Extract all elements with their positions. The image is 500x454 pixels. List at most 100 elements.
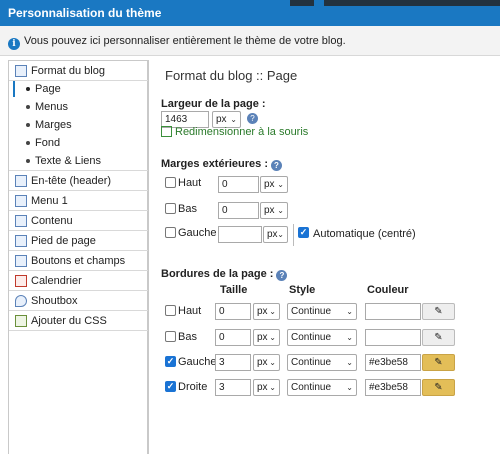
eyedropper-icon: ✎	[434, 382, 443, 393]
buttons-icon	[15, 255, 27, 267]
bullet-icon	[26, 159, 30, 163]
sidebar-item-label: Texte & Liens	[35, 155, 102, 167]
sidebar-item-label: Shoutbox	[31, 295, 78, 307]
border-left-color-picker[interactable]: ✎	[422, 354, 455, 371]
sidebar-item-boutons-champs[interactable]: Boutons et champs	[9, 251, 148, 271]
sidebar-item-label: Menus	[35, 101, 69, 113]
col-couleur-header: Couleur	[367, 284, 409, 296]
active-marker	[13, 81, 15, 97]
chevron-down-icon: ⌄	[346, 333, 353, 342]
sidebar-item-label: Page	[35, 83, 61, 95]
border-right-checkbox[interactable]: ✓	[165, 381, 176, 392]
unit-value: px	[257, 306, 268, 317]
main-panel: Format du blog :: Page Largeur de la pag…	[148, 60, 500, 454]
sidebar-item-contenu[interactable]: Contenu	[9, 211, 148, 231]
sidebar-item-label: Pied de page	[31, 235, 96, 247]
width-unit-value: px	[216, 114, 227, 125]
margin-top-input[interactable]: 0	[218, 176, 259, 193]
sidebar-item-shoutbox[interactable]: Shoutbox	[9, 291, 148, 311]
menu-icon	[15, 195, 27, 207]
sidebar-item-label: Fond	[35, 137, 61, 149]
border-bottom-unit-select[interactable]: px ⌄	[253, 329, 280, 346]
calendar-icon	[15, 275, 27, 287]
margin-bottom-input[interactable]: 0	[218, 202, 259, 219]
border-left-checkbox[interactable]: ✓	[165, 356, 176, 367]
margin-top-checkbox[interactable]	[165, 177, 176, 188]
resize-icon	[161, 126, 172, 137]
help-icon[interactable]: ?	[271, 160, 282, 171]
chevron-down-icon: ⌄	[277, 180, 284, 189]
bullet-icon	[26, 105, 30, 109]
sidebar-item-calendrier[interactable]: Calendrier	[9, 271, 148, 291]
margin-left-unit-select[interactable]: px ⌄	[263, 226, 288, 243]
footer-icon	[15, 235, 27, 247]
margin-left-checkbox[interactable]	[165, 227, 176, 238]
help-icon[interactable]: ?	[276, 270, 288, 281]
border-bottom-size-input[interactable]: 0	[215, 329, 251, 346]
sidebar-item-marges[interactable]: Marges	[9, 116, 148, 134]
margin-bottom-unit-select[interactable]: px ⌄	[260, 202, 288, 219]
resize-mouse-link[interactable]: Redimensionner à la souris	[161, 126, 308, 138]
sidebar-item-menus[interactable]: Menus	[9, 98, 148, 116]
border-right-style-select[interactable]: Continue ⌄	[287, 379, 357, 396]
border-top-color-picker[interactable]: ✎	[422, 303, 455, 320]
sidebar-item-format-du-blog[interactable]: Format du blog	[9, 61, 148, 81]
sidebar-item-label: Marges	[35, 119, 72, 131]
eyedropper-icon: ✎	[434, 306, 443, 317]
bullet-icon	[26, 123, 30, 127]
help-icon[interactable]: ?	[247, 113, 258, 124]
borders-label-text: Bordures de la page :	[161, 268, 274, 280]
margin-auto-checkbox[interactable]: ✓	[298, 227, 309, 238]
chevron-down-icon: ⌄	[346, 358, 353, 367]
sidebar-item-label: Format du blog	[31, 65, 105, 77]
border-left-size-input[interactable]: 3	[215, 354, 251, 371]
sidebar-item-texte-liens[interactable]: Texte & Liens	[9, 152, 148, 171]
col-style-header: Style	[289, 284, 316, 296]
sidebar-item-label: Boutons et champs	[31, 255, 126, 267]
sidebar-item-pied-de-page[interactable]: Pied de page	[9, 231, 148, 251]
border-top-size-input[interactable]: 0	[215, 303, 251, 320]
margin-bottom-checkbox[interactable]	[165, 203, 176, 214]
resize-link-label: Redimensionner à la souris	[175, 126, 309, 138]
border-left-color-input[interactable]: #e3be58	[365, 354, 421, 371]
margins-label-text: Marges extérieures :	[161, 158, 268, 170]
border-left-style-select[interactable]: Continue ⌄	[287, 354, 357, 371]
sidebar-item-menu-1[interactable]: Menu 1	[9, 191, 148, 211]
unit-value: px	[257, 357, 268, 368]
chevron-down-icon: ⌄	[277, 206, 284, 215]
margin-top-unit-select[interactable]: px ⌄	[260, 176, 288, 193]
sidebar-item-page[interactable]: Page	[9, 80, 148, 98]
sidebar-item-label: Menu 1	[31, 195, 68, 207]
chevron-down-icon: ⌄	[269, 358, 276, 367]
unit-value: px	[267, 229, 278, 240]
border-right-color-picker[interactable]: ✎	[422, 379, 455, 396]
margin-left-input[interactable]	[218, 226, 262, 243]
border-top-color-input[interactable]	[365, 303, 421, 320]
sidebar-item-fond[interactable]: Fond	[9, 134, 148, 152]
sidebar-item-label: Contenu	[31, 215, 73, 227]
shoutbox-icon	[15, 295, 27, 307]
border-right-color-input[interactable]: #e3be58	[365, 379, 421, 396]
border-top-checkbox[interactable]	[165, 305, 176, 316]
border-right-size-input[interactable]: 3	[215, 379, 251, 396]
sidebar: Format du blog Page Menus Marges Fond Te…	[8, 60, 148, 454]
border-bottom-style-select[interactable]: Continue ⌄	[287, 329, 357, 346]
style-value: Continue	[291, 357, 332, 368]
border-right-unit-select[interactable]: px ⌄	[253, 379, 280, 396]
sidebar-item-ajouter-css[interactable]: Ajouter du CSS	[9, 311, 148, 331]
border-top-unit-select[interactable]: px ⌄	[253, 303, 280, 320]
chevron-down-icon: ⌄	[346, 307, 353, 316]
unit-value: px	[257, 332, 268, 343]
info-icon: i	[8, 38, 20, 50]
border-top-style-select[interactable]: Continue ⌄	[287, 303, 357, 320]
border-bottom-color-picker[interactable]: ✎	[422, 329, 455, 346]
border-bottom-color-input[interactable]	[365, 329, 421, 346]
border-left-unit-select[interactable]: px ⌄	[253, 354, 280, 371]
border-bottom-checkbox[interactable]	[165, 331, 176, 342]
borders-label: Bordures de la page :?	[161, 268, 288, 281]
unit-value: px	[257, 382, 268, 393]
sidebar-item-en-tete[interactable]: En-tête (header)	[9, 171, 148, 191]
window-title: Personnalisation du thème	[8, 6, 162, 20]
css-icon	[15, 315, 27, 327]
window-title-bar: Personnalisation du thème	[0, 0, 500, 26]
